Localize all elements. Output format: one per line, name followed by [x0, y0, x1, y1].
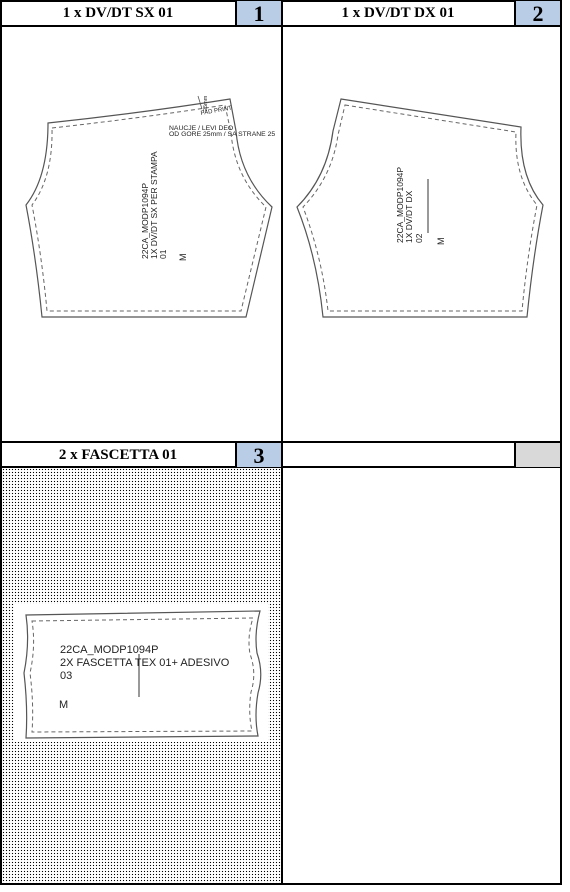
pattern-piece-3: 22CA_MODP1094P 2X FASCETTA TEX 01+ ADESI… — [14, 604, 268, 742]
panel-empty — [283, 468, 560, 883]
cell-2-title: 1 x DV/DT DX 01 — [341, 5, 455, 21]
piece-1-line3: 01 — [158, 249, 168, 259]
piece-1-notch — [197, 95, 203, 110]
piece-2-line2: 1X DV/DT DX — [404, 190, 414, 243]
piece-3-background — [14, 604, 268, 742]
piece-2-seam-line — [302, 104, 538, 312]
piece-1-line2: 1X DV/DT SX PER STAMPA — [149, 151, 159, 259]
cell-1-title: 1 x DV/DT SX 01 — [62, 5, 174, 21]
panel-piece-2: 22CA_MODP1094P 1X DV/DT DX 02 M — [283, 27, 560, 441]
piece-1-tag2: 25mm — [203, 95, 209, 111]
pattern-piece-2: 22CA_MODP1094P 1X DV/DT DX 02 M — [296, 98, 544, 318]
cell-4-title — [283, 443, 513, 467]
cell-3-number: 3 — [235, 443, 281, 468]
piece-1-note2: OD GORE 25mm / SA STRANE 25 — [169, 131, 275, 138]
piece-1-size: M — [178, 254, 188, 262]
cell-3-title: 2 x FASCETTA 01 — [58, 447, 178, 463]
panel-piece-1: 22CA_MODP1094P 1X DV/DT SX PER STAMPA 01… — [2, 27, 281, 441]
piece-2-size: M — [436, 238, 446, 246]
piece-3-line3: 03 — [60, 670, 72, 682]
cell-4-number — [514, 443, 560, 467]
piece-2-cut-line — [296, 98, 544, 318]
piece-3-size: M — [59, 699, 68, 711]
piece-3-line1: 22CA_MODP1094P — [60, 644, 158, 656]
piece-2-line3: 02 — [414, 233, 424, 243]
cell-1-number: 1 — [235, 1, 281, 26]
panel-piece-3: 22CA_MODP1094P 2X FASCETTA TEX 01+ ADESI… — [2, 468, 281, 883]
piece-3-line2: 2X FASCETTA TEX 01+ ADESIVO — [60, 657, 230, 669]
cell-2-number: 2 — [514, 1, 560, 26]
pattern-piece-1: 22CA_MODP1094P 1X DV/DT SX PER STAMPA 01… — [25, 95, 275, 318]
